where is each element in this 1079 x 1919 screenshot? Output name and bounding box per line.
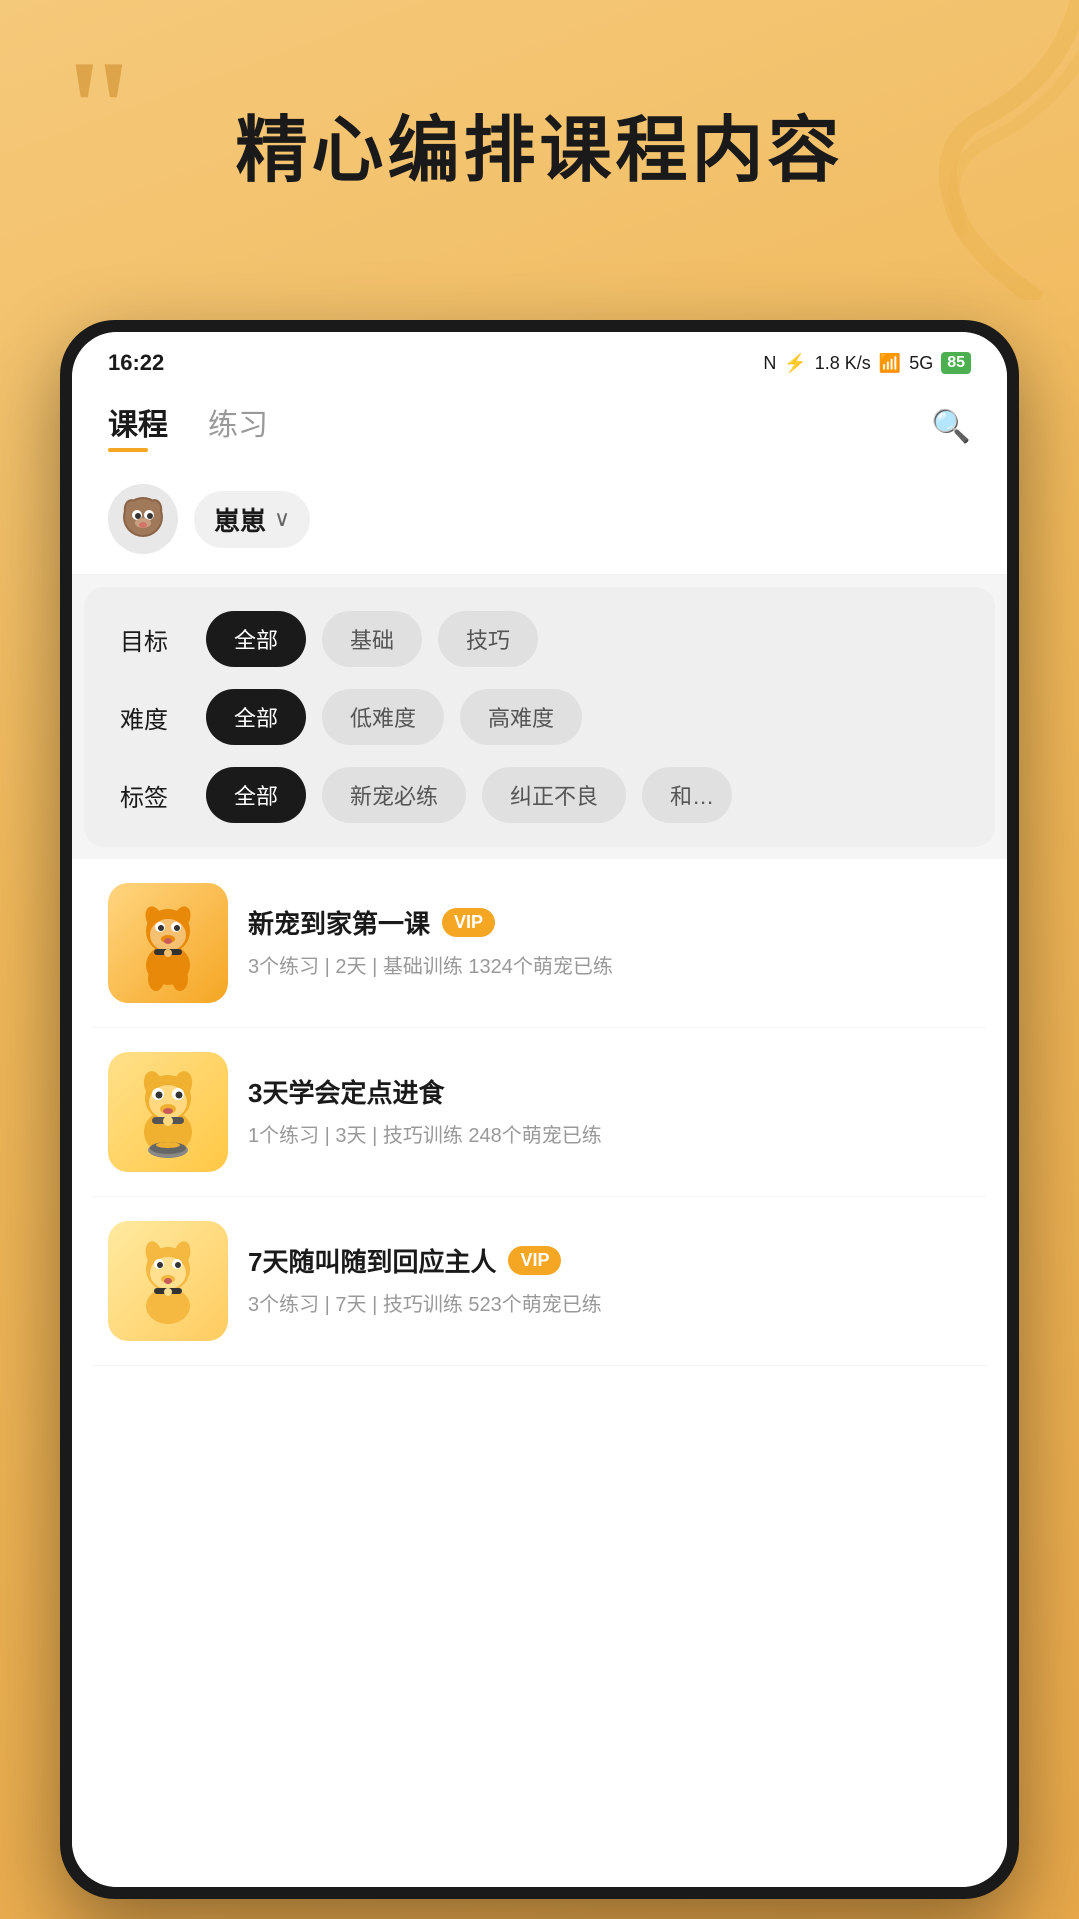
filter-tag-all[interactable]: 全部 [206, 767, 306, 823]
course-info-3: 7天随叫随到回应主人 VIP 3个练习 | 7天 | 技巧训练 523个萌宠已练 [248, 1242, 971, 1321]
filter-section: 目标 全部 基础 技巧 难度 全部 低难度 高难度 标签 全部 新宠必练 [84, 587, 995, 847]
filter-row-tag: 标签 全部 新宠必练 纠正不良 和宠物一起 [120, 767, 959, 823]
course-dog-2 [118, 1062, 218, 1162]
chevron-down-icon: ∨ [274, 506, 290, 532]
pet-name-badge[interactable]: 崽崽 ∨ [194, 491, 310, 548]
nav-tabs: 课程 练习 🔍 [72, 384, 1007, 464]
vip-badge-3: VIP [508, 1246, 561, 1275]
course-item-2[interactable]: 3天学会定点进食 1个练习 | 3天 | 技巧训练 248个萌宠已练 [92, 1028, 987, 1197]
wifi-icon: 📶 [879, 353, 901, 374]
course-title-2: 3天学会定点进食 [248, 1073, 444, 1110]
signal-icon: 5G [909, 353, 933, 374]
course-meta-2: 1个练习 | 3天 | 技巧训练 248个萌宠已练 [248, 1120, 971, 1152]
pet-name: 崽崽 [214, 501, 266, 538]
status-bar: 16:22 N ⚡ 1.8 K/s 📶 5G 85 [72, 332, 1007, 384]
course-thumb-2 [108, 1052, 228, 1172]
course-meta-3: 3个练习 | 7天 | 技巧训练 523个萌宠已练 [248, 1289, 971, 1321]
course-title-row-3: 7天随叫随到回应主人 VIP [248, 1242, 971, 1279]
filter-target-all[interactable]: 全部 [206, 611, 306, 667]
course-thumb-3 [108, 1221, 228, 1341]
hero-title: 精心编排课程内容 [60, 110, 1019, 193]
pet-avatar [108, 484, 178, 554]
filter-tag-together[interactable]: 和宠物一起 [642, 767, 732, 823]
course-list: 新宠到家第一课 VIP 3个练习 | 2天 | 基础训练 1324个萌宠已练 [72, 859, 1007, 1887]
screen-content: 16:22 N ⚡ 1.8 K/s 📶 5G 85 课程 练习 🔍 [72, 332, 1007, 1887]
filter-difficulty-high[interactable]: 高难度 [460, 689, 582, 745]
search-icon[interactable]: 🔍 [931, 407, 971, 445]
filter-target-skill[interactable]: 技巧 [438, 611, 538, 667]
course-title-3: 7天随叫随到回应主人 [248, 1242, 496, 1279]
pet-selector[interactable]: 崽崽 ∨ [72, 464, 1007, 575]
phone-screen: 16:22 N ⚡ 1.8 K/s 📶 5G 85 课程 练习 🔍 [72, 332, 1007, 1887]
pet-avatar-image [113, 489, 173, 549]
filter-difficulty-label: 难度 [120, 700, 190, 735]
course-info-1: 新宠到家第一课 VIP 3个练习 | 2天 | 基础训练 1324个萌宠已练 [248, 904, 971, 983]
filter-row-difficulty: 难度 全部 低难度 高难度 [120, 689, 959, 745]
course-meta-1: 3个练习 | 2天 | 基础训练 1324个萌宠已练 [248, 951, 971, 983]
tab-practice[interactable]: 练习 [208, 400, 268, 452]
tab-course[interactable]: 课程 [108, 400, 168, 452]
course-item-3[interactable]: 7天随叫随到回应主人 VIP 3个练习 | 7天 | 技巧训练 523个萌宠已练 [92, 1197, 987, 1366]
status-time: 16:22 [108, 350, 164, 376]
status-icons: N ⚡ 1.8 K/s 📶 5G 85 [763, 352, 971, 374]
filter-target-basic[interactable]: 基础 [322, 611, 422, 667]
bluetooth-icon: ⚡ [784, 353, 806, 374]
course-title-1: 新宠到家第一课 [248, 904, 430, 941]
filter-difficulty-low[interactable]: 低难度 [322, 689, 444, 745]
battery-indicator: 85 [941, 352, 971, 374]
speed-indicator: 1.8 K/s [815, 353, 871, 374]
course-title-row-2: 3天学会定点进食 [248, 1073, 971, 1110]
filter-tag-correct[interactable]: 纠正不良 [482, 767, 626, 823]
filter-row-target: 目标 全部 基础 技巧 [120, 611, 959, 667]
course-title-row-1: 新宠到家第一课 VIP [248, 904, 971, 941]
course-dog-1 [118, 893, 218, 993]
phone-mockup: 16:22 N ⚡ 1.8 K/s 📶 5G 85 课程 练习 🔍 [60, 320, 1019, 1899]
filter-tag-newpet[interactable]: 新宠必练 [322, 767, 466, 823]
filter-target-label: 目标 [120, 622, 190, 657]
course-item-1[interactable]: 新宠到家第一课 VIP 3个练习 | 2天 | 基础训练 1324个萌宠已练 [92, 859, 987, 1028]
course-thumb-1 [108, 883, 228, 1003]
filter-tag-label: 标签 [120, 778, 190, 813]
course-info-2: 3天学会定点进食 1个练习 | 3天 | 技巧训练 248个萌宠已练 [248, 1073, 971, 1152]
course-dog-3 [118, 1231, 218, 1331]
vip-badge-1: VIP [442, 908, 495, 937]
filter-difficulty-all[interactable]: 全部 [206, 689, 306, 745]
nfc-icon: N [763, 353, 776, 374]
